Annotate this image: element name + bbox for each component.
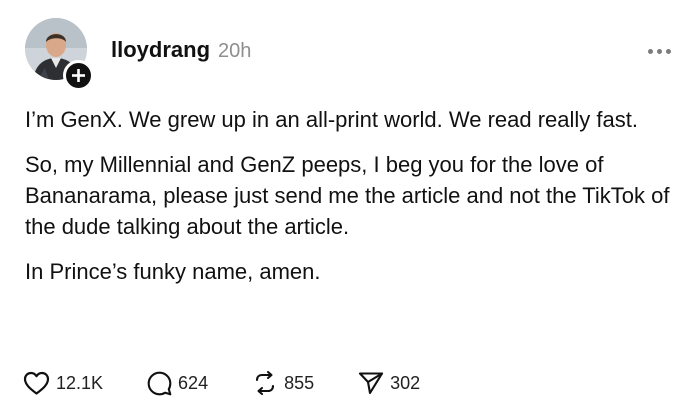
ellipsis-dot xyxy=(657,48,662,54)
share-button[interactable]: 302 xyxy=(358,371,420,395)
post-paragraph: So, my Millennial and GenZ peeps, I beg … xyxy=(25,152,670,239)
follow-button[interactable] xyxy=(63,60,94,91)
threads-post: lloydrang 20h I’m GenX. We grew up in an… xyxy=(0,0,700,412)
like-count: 12.1K xyxy=(56,372,104,393)
post-paragraph: I’m GenX. We grew up in an all-print wor… xyxy=(25,107,638,132)
repost-button[interactable]: 855 xyxy=(252,370,314,396)
heart-icon xyxy=(23,371,50,395)
more-options-icon[interactable] xyxy=(648,47,674,55)
speech-bubble-icon xyxy=(147,371,172,395)
repost-icon xyxy=(256,370,275,396)
plus-icon xyxy=(72,69,85,82)
author-line: lloydrang 20h xyxy=(111,37,251,63)
ellipsis-dot xyxy=(648,48,653,54)
paper-plane-icon xyxy=(359,372,384,395)
share-count: 302 xyxy=(390,372,421,393)
action-bar: 12.1K 624 855 302 xyxy=(23,366,464,400)
post-body: I’m GenX. We grew up in an all-print wor… xyxy=(25,104,675,301)
ellipsis-dot xyxy=(666,48,671,54)
avatar-container[interactable] xyxy=(25,18,94,91)
post-header: lloydrang 20h xyxy=(25,18,680,91)
reply-count: 624 xyxy=(178,372,209,393)
reply-button[interactable]: 624 xyxy=(147,371,208,396)
post-paragraph: In Prince’s funky name, amen. xyxy=(25,259,321,284)
username[interactable]: lloydrang xyxy=(111,37,210,63)
repost-count: 855 xyxy=(284,372,315,393)
post-timestamp: 20h xyxy=(218,40,252,62)
like-button[interactable]: 12.1K xyxy=(23,371,103,396)
